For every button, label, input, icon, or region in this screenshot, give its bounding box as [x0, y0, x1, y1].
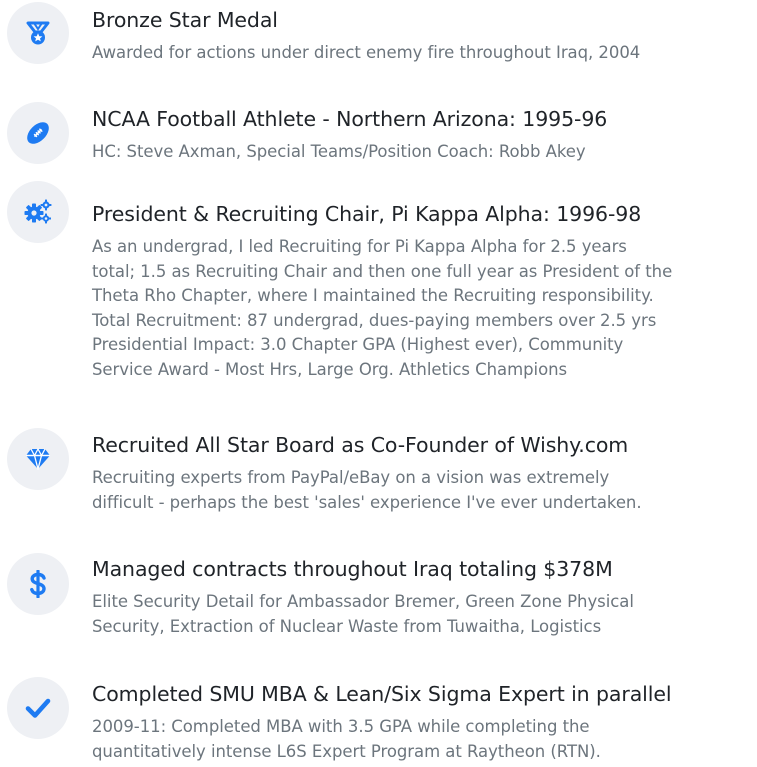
- achievement-description: HC: Steve Axman, Special Teams/Position …: [92, 140, 749, 165]
- achievement-description: 2009-11: Completed MBA with 3.5 GPA whil…: [92, 715, 749, 764]
- cogs-icon: [7, 181, 69, 243]
- description-line: Security, Extraction of Nuclear Waste fr…: [92, 616, 602, 636]
- description-line: Awarded for actions under direct enemy f…: [92, 43, 641, 62]
- description-line: HC: Steve Axman, Special Teams/Position …: [92, 142, 586, 161]
- football-icon: [7, 102, 69, 164]
- achievement-title: NCAA Football Athlete - Northern Arizona…: [92, 107, 608, 131]
- description-line: Theta Rho Chapter, where I maintained th…: [92, 286, 654, 305]
- achievement-title: Recruited All Star Board as Co-Founder o…: [92, 433, 629, 457]
- achievement-description: As an undergrad, I led Recruiting for Pi…: [92, 235, 749, 382]
- description-line: Recruiting experts from PayPal/eBay on a…: [92, 468, 610, 487]
- achievement-description: Awarded for actions under direct enemy f…: [92, 41, 749, 66]
- achievement-description: Recruiting experts from PayPal/eBay on a…: [92, 466, 749, 515]
- description-line: Presidential Impact: 3.0 Chapter GPA (Hi…: [92, 335, 624, 354]
- description-line: total; 1.5 as Recruiting Chair and then …: [92, 261, 673, 281]
- description-line: difficult - perhaps the best 'sales' exp…: [92, 492, 642, 512]
- achievement-title: Completed SMU MBA & Lean/Six Sigma Exper…: [92, 682, 672, 706]
- description-line: Service Award - Most Hrs, Large Org. Ath…: [92, 359, 568, 379]
- description-line: 2009-11: Completed MBA with 3.5 GPA whil…: [92, 717, 590, 736]
- dollar-icon: [7, 553, 69, 615]
- achievement-title: Bronze Star Medal: [92, 8, 278, 32]
- check-icon: [7, 677, 69, 739]
- description-line: Elite Security Detail for Ambassador Bre…: [92, 592, 634, 611]
- achievement-description: Elite Security Detail for Ambassador Bre…: [92, 590, 749, 639]
- description-line: Total Recruitment: 87 undergrad, dues-pa…: [92, 310, 657, 330]
- diamond-icon: [7, 428, 69, 490]
- description-line: quantitatively intense L6S Expert Progra…: [92, 741, 601, 761]
- achievement-title: Managed contracts throughout Iraq totali…: [92, 557, 613, 581]
- description-line: As an undergrad, I led Recruiting for Pi…: [92, 237, 627, 256]
- achievement-title: President & Recruiting Chair, Pi Kappa A…: [92, 202, 642, 226]
- medal-icon: [7, 2, 69, 64]
